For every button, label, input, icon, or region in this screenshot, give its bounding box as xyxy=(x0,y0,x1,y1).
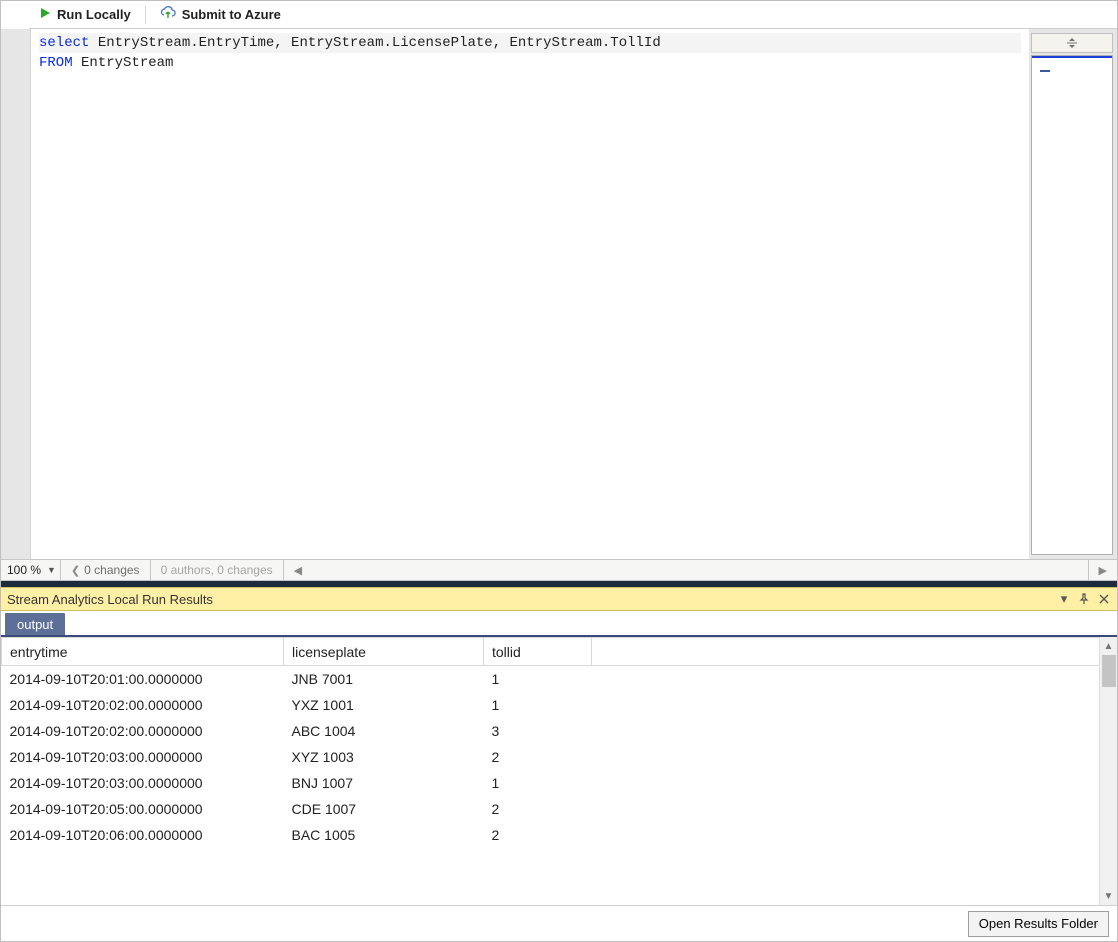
table-row[interactable]: 2014-09-10T20:03:00.0000000BNJ 10071 xyxy=(2,770,1117,796)
line-number-gutter xyxy=(1,29,31,559)
tab-output[interactable]: output xyxy=(5,613,65,635)
changes-indicator[interactable]: ❮ 0 changes xyxy=(61,560,151,580)
window-options-icon[interactable]: ▾ xyxy=(1055,590,1073,608)
cell-tollid: 2 xyxy=(484,822,592,848)
cell-spacer xyxy=(592,666,1117,692)
cell-licenseplate: XYZ 1003 xyxy=(284,744,484,770)
keyword-select: select xyxy=(39,35,89,51)
results-tabstrip: output xyxy=(1,611,1117,637)
cell-spacer xyxy=(592,744,1117,770)
minimap-content-icon xyxy=(1040,70,1050,72)
run-locally-button[interactable]: Run Locally xyxy=(35,3,135,27)
cell-entrytime: 2014-09-10T20:05:00.0000000 xyxy=(2,796,284,822)
table-row[interactable]: 2014-09-10T20:02:00.0000000YXZ 10011 xyxy=(2,692,1117,718)
results-footer: Open Results Folder xyxy=(1,905,1117,941)
cloud-upload-icon xyxy=(160,6,176,23)
scroll-thumb[interactable] xyxy=(1102,655,1116,687)
cell-tollid: 1 xyxy=(484,692,592,718)
results-panel-header: Stream Analytics Local Run Results ▾ xyxy=(1,587,1117,611)
cell-spacer xyxy=(592,796,1117,822)
results-panel: entrytime licenseplate tollid 2014-09-10… xyxy=(1,637,1117,905)
code-text: EntryStream.EntryTime, EntryStream.Licen… xyxy=(89,35,660,51)
cell-licenseplate: BAC 1005 xyxy=(284,822,484,848)
cell-entrytime: 2014-09-10T20:01:00.0000000 xyxy=(2,666,284,692)
toolbar-separator xyxy=(145,6,146,24)
cell-entrytime: 2014-09-10T20:02:00.0000000 xyxy=(2,692,284,718)
table-row[interactable]: 2014-09-10T20:06:00.0000000BAC 10052 xyxy=(2,822,1117,848)
table-header-row: entrytime licenseplate tollid xyxy=(2,638,1117,666)
table-row[interactable]: 2014-09-10T20:03:00.0000000XYZ 10032 xyxy=(2,744,1117,770)
triangle-left-icon: ◀ xyxy=(294,564,302,577)
open-results-folder-label: Open Results Folder xyxy=(979,916,1098,931)
authors-label: 0 authors, 0 changes xyxy=(161,563,273,577)
cell-tollid: 1 xyxy=(484,770,592,796)
cell-spacer xyxy=(592,822,1117,848)
editor-toolbar: Run Locally Submit to Azure xyxy=(29,1,1117,29)
split-handle[interactable] xyxy=(1031,33,1113,53)
cell-tollid: 3 xyxy=(484,718,592,744)
code-text: EntryStream xyxy=(73,55,174,71)
run-locally-label: Run Locally xyxy=(57,7,131,22)
cell-spacer xyxy=(592,692,1117,718)
table-row[interactable]: 2014-09-10T20:02:00.0000000ABC 10043 xyxy=(2,718,1117,744)
submit-azure-label: Submit to Azure xyxy=(182,7,281,22)
history-nav-left[interactable]: ◀ xyxy=(284,560,312,580)
scroll-up-icon[interactable]: ▲ xyxy=(1100,637,1117,655)
code-editor: select EntryStream.EntryTime, EntryStrea… xyxy=(1,29,1117,559)
zoom-value: 100 % xyxy=(7,563,41,577)
cell-entrytime: 2014-09-10T20:03:00.0000000 xyxy=(2,744,284,770)
open-results-folder-button[interactable]: Open Results Folder xyxy=(968,911,1109,937)
chevron-down-icon: ▼ xyxy=(47,565,56,575)
zoom-dropdown[interactable]: 100 % ▼ xyxy=(1,560,61,580)
close-icon[interactable] xyxy=(1095,590,1113,608)
minimap-column xyxy=(1029,29,1117,559)
cell-tollid: 2 xyxy=(484,796,592,822)
keyword-from: FROM xyxy=(39,55,73,71)
column-entrytime[interactable]: entrytime xyxy=(2,638,284,666)
cell-licenseplate: JNB 7001 xyxy=(284,666,484,692)
column-tollid[interactable]: tollid xyxy=(484,638,592,666)
cell-licenseplate: CDE 1007 xyxy=(284,796,484,822)
cell-spacer xyxy=(592,718,1117,744)
cell-licenseplate: YXZ 1001 xyxy=(284,692,484,718)
code-textarea[interactable]: select EntryStream.EntryTime, EntryStrea… xyxy=(31,29,1029,559)
panel-title: Stream Analytics Local Run Results xyxy=(7,592,213,607)
cell-entrytime: 2014-09-10T20:02:00.0000000 xyxy=(2,718,284,744)
chevron-left-icon: ❮ xyxy=(71,564,80,577)
editor-status-bar: 100 % ▼ ❮ 0 changes 0 authors, 0 changes… xyxy=(1,559,1117,581)
cell-licenseplate: BNJ 1007 xyxy=(284,770,484,796)
pin-icon[interactable] xyxy=(1075,590,1093,608)
vertical-scrollbar[interactable]: ▲ ▼ xyxy=(1099,637,1117,905)
minimap[interactable] xyxy=(1031,55,1113,555)
play-icon xyxy=(39,7,51,22)
column-licenseplate[interactable]: licenseplate xyxy=(284,638,484,666)
history-nav-right[interactable]: ▶ xyxy=(1088,560,1117,580)
cell-licenseplate: ABC 1004 xyxy=(284,718,484,744)
cell-entrytime: 2014-09-10T20:03:00.0000000 xyxy=(2,770,284,796)
results-table: entrytime licenseplate tollid 2014-09-10… xyxy=(1,637,1117,848)
scroll-down-icon[interactable]: ▼ xyxy=(1100,887,1117,905)
cell-spacer xyxy=(592,770,1117,796)
changes-label: 0 changes xyxy=(84,563,139,577)
table-row[interactable]: 2014-09-10T20:05:00.0000000CDE 10072 xyxy=(2,796,1117,822)
submit-to-azure-button[interactable]: Submit to Azure xyxy=(156,3,285,27)
cell-tollid: 1 xyxy=(484,666,592,692)
triangle-right-icon: ▶ xyxy=(1099,564,1107,577)
cell-entrytime: 2014-09-10T20:06:00.0000000 xyxy=(2,822,284,848)
column-spacer xyxy=(592,638,1117,666)
split-icon xyxy=(1066,38,1078,48)
table-row[interactable]: 2014-09-10T20:01:00.0000000JNB 70011 xyxy=(2,666,1117,692)
cell-tollid: 2 xyxy=(484,744,592,770)
authors-indicator: 0 authors, 0 changes xyxy=(151,560,284,580)
tab-output-label: output xyxy=(17,617,53,632)
